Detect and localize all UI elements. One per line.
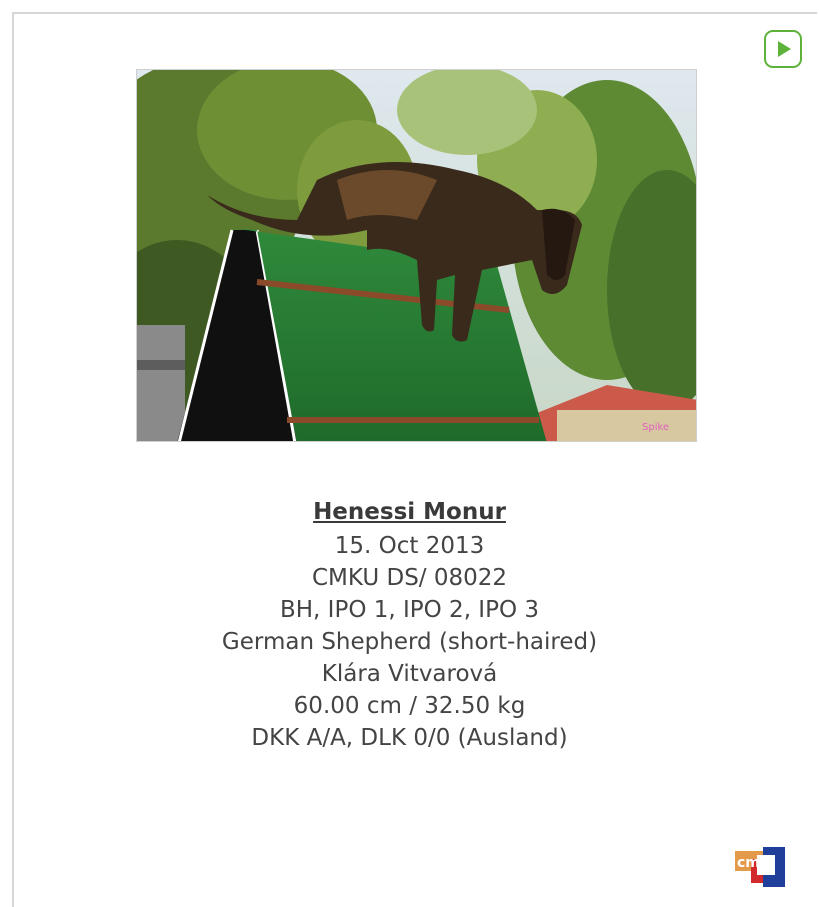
owner: Klára Vitvarová — [321, 661, 498, 687]
svg-text:cm: cm — [737, 855, 760, 871]
measurements: 60.00 cm / 32.50 kg — [293, 693, 526, 719]
play-icon — [778, 41, 791, 57]
dog-name-link[interactable]: Henessi Monur — [313, 496, 506, 528]
svg-text:Spike: Spike — [642, 422, 669, 433]
dog-photo-image: Spike — [137, 70, 696, 441]
play-button[interactable] — [764, 30, 802, 68]
dog-photo[interactable]: Spike — [136, 69, 697, 442]
registration-number: CMKU DS/ 08022 — [311, 565, 508, 591]
titles: BH, IPO 1, IPO 2, IPO 3 — [279, 597, 540, 623]
health-results: DKK A/A, DLK 0/0 (Ausland) — [251, 725, 568, 751]
birth-date: 15. Oct 2013 — [334, 533, 485, 559]
cm-logo-icon[interactable]: cm — [735, 845, 787, 889]
breed: German Shepherd (short-haired) — [221, 629, 598, 655]
dog-info: Henessi Monur 15. Oct 2013 CMKU DS/ 0802… — [0, 496, 819, 754]
